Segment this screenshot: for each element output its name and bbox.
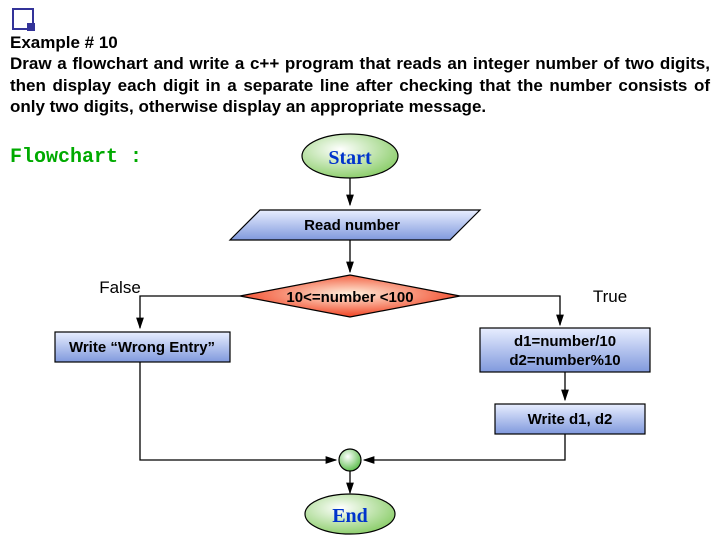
- arrow-false: [140, 296, 240, 328]
- end-text: End: [332, 505, 368, 527]
- calc-line1: d1=number/10: [514, 333, 616, 350]
- wrong-entry-text: Write “Wrong Entry”: [69, 339, 215, 356]
- arrow-true: [460, 296, 560, 325]
- start-text: Start: [328, 147, 372, 169]
- true-label: True: [593, 287, 627, 306]
- connector-node: [339, 449, 361, 471]
- decision-text: 10<=number <100: [286, 289, 413, 306]
- false-label: False: [99, 278, 141, 297]
- flowchart-diagram: Start Read number 10<=number <100 False …: [0, 0, 720, 540]
- write-d-text: Write d1, d2: [528, 411, 613, 428]
- read-text: Read number: [304, 217, 400, 234]
- calc-line2: d2=number%10: [509, 352, 620, 369]
- arrow-wrong-connector: [140, 362, 336, 460]
- arrow-writed-connector: [364, 434, 565, 460]
